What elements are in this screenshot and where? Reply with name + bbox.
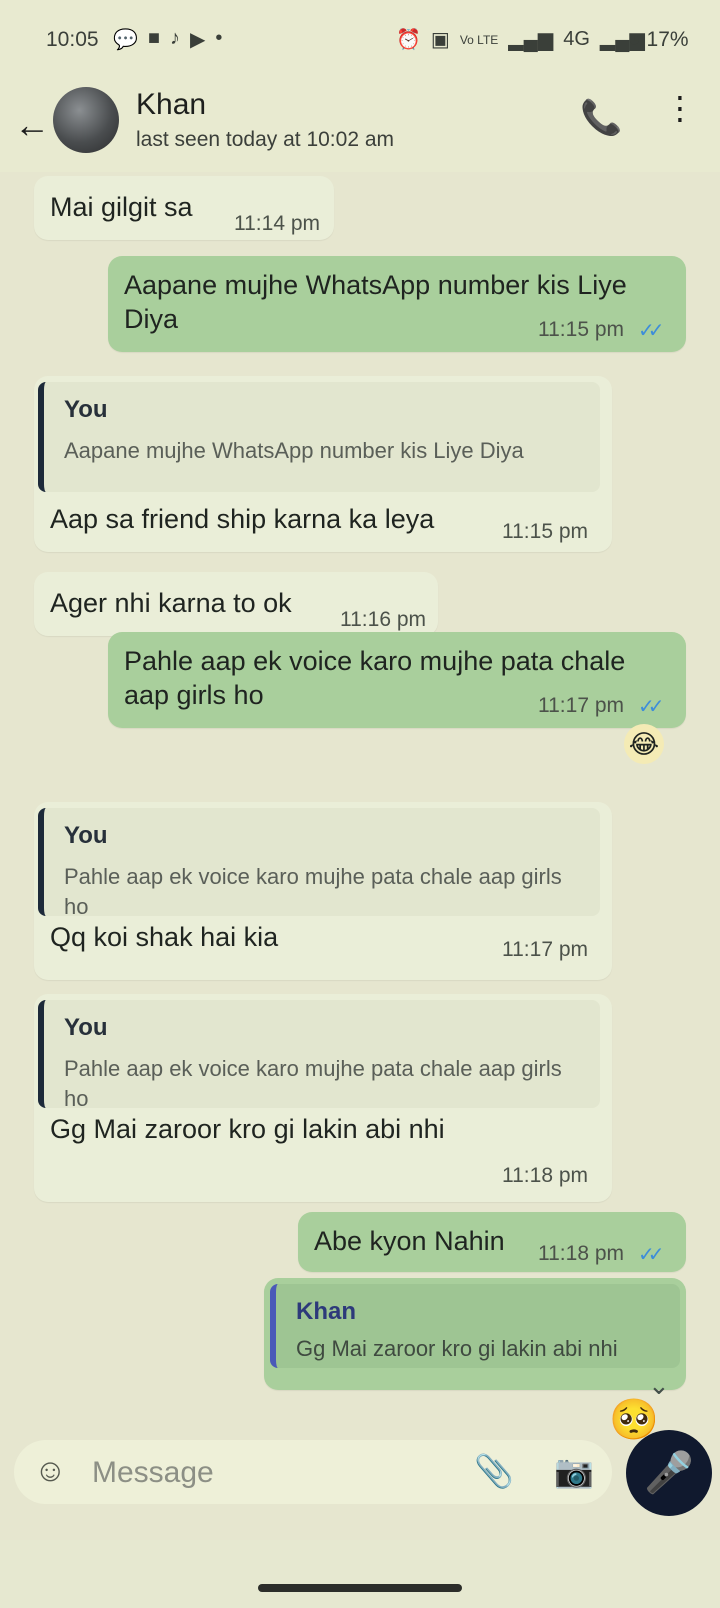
message-bubble-outgoing[interactable]: Khan Gg Mai zaroor kro gi lakin abi nhi xyxy=(264,1278,686,1390)
alarm-icon: ⏰ xyxy=(396,29,421,51)
message-time: 11:18 pm xyxy=(502,1164,588,1187)
quoted-text: Aapane mujhe WhatsApp number kis Liye Di… xyxy=(64,438,524,463)
dot-icon: • xyxy=(215,27,223,49)
chat-header: ← Khan last seen today at 10:02 am 📞 ⋮ xyxy=(0,80,720,172)
quoted-author: You xyxy=(64,822,108,849)
quoted-message[interactable]: You Pahle aap ek voice karo mujhe pata c… xyxy=(38,1000,600,1111)
microphone-icon: 🎤 xyxy=(644,1451,694,1495)
network-label: 4G xyxy=(563,28,590,50)
battery-percent: 17% xyxy=(646,28,689,51)
message-text: Ager nhi karna to ok xyxy=(50,588,292,618)
quoted-author: You xyxy=(64,396,108,423)
quoted-text: Pahle aap ek voice karo mujhe pata chale… xyxy=(64,864,562,919)
back-arrow-icon[interactable]: ← xyxy=(14,104,50,146)
video-icon: ■ xyxy=(147,27,160,49)
system-icons: ⏰ ▣ Vo LTE ▂▄▆ 4G ▂▄▆ xyxy=(396,27,645,52)
last-seen-status: last seen today at 10:02 am xyxy=(136,128,394,151)
youtube-icon: ▶ xyxy=(190,29,206,51)
tiktok-icon: ♪ xyxy=(170,27,180,49)
message-text: Mai gilgit sa xyxy=(50,192,193,222)
chat-icon: 💬 xyxy=(113,29,138,51)
message-bubble-incoming[interactable]: You Aapane mujhe WhatsApp number kis Liy… xyxy=(34,376,612,552)
home-indicator[interactable] xyxy=(258,1584,462,1592)
quoted-message[interactable]: You Pahle aap ek voice karo mujhe pata c… xyxy=(38,808,600,919)
message-bubble-outgoing[interactable]: Pahle aap ek voice karo mujhe pata chale… xyxy=(108,632,686,728)
quoted-author: You xyxy=(64,1014,108,1041)
quoted-message[interactable]: You Aapane mujhe WhatsApp number kis Liy… xyxy=(38,382,600,492)
battery-level: ◔ 17% xyxy=(628,28,689,51)
message-composer: ☺ 📎 📷 xyxy=(14,1440,612,1504)
system-nav-bar xyxy=(0,1540,720,1608)
cast-icon: ▣ xyxy=(430,29,450,51)
message-text: Aap sa friend ship karna ka leya xyxy=(50,504,435,534)
message-time: 11:15 pm xyxy=(502,520,588,543)
add-call-icon[interactable]: 📞 xyxy=(580,98,622,138)
sticker-icon[interactable]: ☺ xyxy=(34,1452,67,1489)
volte-icon: Vo LTE xyxy=(459,32,499,47)
message-bubble-incoming[interactable]: You Pahle aap ek voice karo mujhe pata c… xyxy=(34,994,612,1202)
quoted-text: Pahle aap ek voice karo mujhe pata chale… xyxy=(64,1056,562,1111)
contact-name[interactable]: Khan xyxy=(136,88,206,122)
quoted-author: Khan xyxy=(296,1298,356,1325)
status-time: 10:05 xyxy=(46,28,99,51)
message-input[interactable] xyxy=(90,1450,454,1496)
message-time: 11:17 pm xyxy=(538,694,624,717)
contact-avatar[interactable] xyxy=(53,87,119,153)
quoted-message[interactable]: Khan Gg Mai zaroor kro gi lakin abi nhi xyxy=(270,1284,680,1368)
quoted-text: Gg Mai zaroor kro gi lakin abi nhi xyxy=(296,1336,618,1361)
message-time: 11:14 pm xyxy=(234,212,320,235)
signal-icon: ▂▄▆ xyxy=(508,29,554,51)
message-bubble-outgoing[interactable]: Abe kyon Nahin 11:18 pm ✓✓ xyxy=(298,1212,686,1272)
message-bubble-incoming[interactable]: Mai gilgit sa 11:14 pm xyxy=(34,176,334,240)
message-time: 11:17 pm xyxy=(502,938,588,961)
attach-icon[interactable]: 📎 xyxy=(474,1452,514,1490)
read-ticks-icon: ✓✓ xyxy=(638,320,664,342)
message-time: 11:18 pm xyxy=(538,1242,624,1265)
message-time: 11:15 pm xyxy=(538,318,624,341)
message-text: Gg Mai zaroor kro gi lakin abi nhi xyxy=(50,1114,445,1144)
message-text: Qq koi shak hai kia xyxy=(50,922,279,952)
message-bubble-incoming[interactable]: You Pahle aap ek voice karo mujhe pata c… xyxy=(34,802,612,980)
more-options-icon[interactable]: ⋮ xyxy=(664,92,696,124)
message-bubble-incoming[interactable]: Ager nhi karna to ok 11:16 pm xyxy=(34,572,438,636)
read-ticks-icon: ✓✓ xyxy=(638,696,664,718)
message-text: Abe kyon Nahin xyxy=(314,1226,505,1256)
scroll-down-chevron-icon[interactable]: ⌄ xyxy=(648,1370,670,1401)
camera-icon[interactable]: 📷 xyxy=(554,1452,594,1490)
message-time: 11:16 pm xyxy=(340,608,426,631)
message-list[interactable]: Mai gilgit sa 11:14 pm Aapane mujhe What… xyxy=(0,172,720,1462)
reaction-emoji-icon[interactable]: 😂 xyxy=(624,724,664,764)
mic-button[interactable]: 🎤 xyxy=(626,1430,712,1516)
read-ticks-icon: ✓✓ xyxy=(638,1244,664,1266)
message-bubble-outgoing[interactable]: Aapane mujhe WhatsApp number kis Liye Di… xyxy=(108,256,686,352)
notification-icons: 💬 ■ ♪ ▶ • xyxy=(113,27,222,52)
status-bar: 10:05 💬 ■ ♪ ▶ • ⏰ ▣ Vo LTE ▂▄▆ 4G ▂▄▆ ◔ … xyxy=(0,0,720,80)
